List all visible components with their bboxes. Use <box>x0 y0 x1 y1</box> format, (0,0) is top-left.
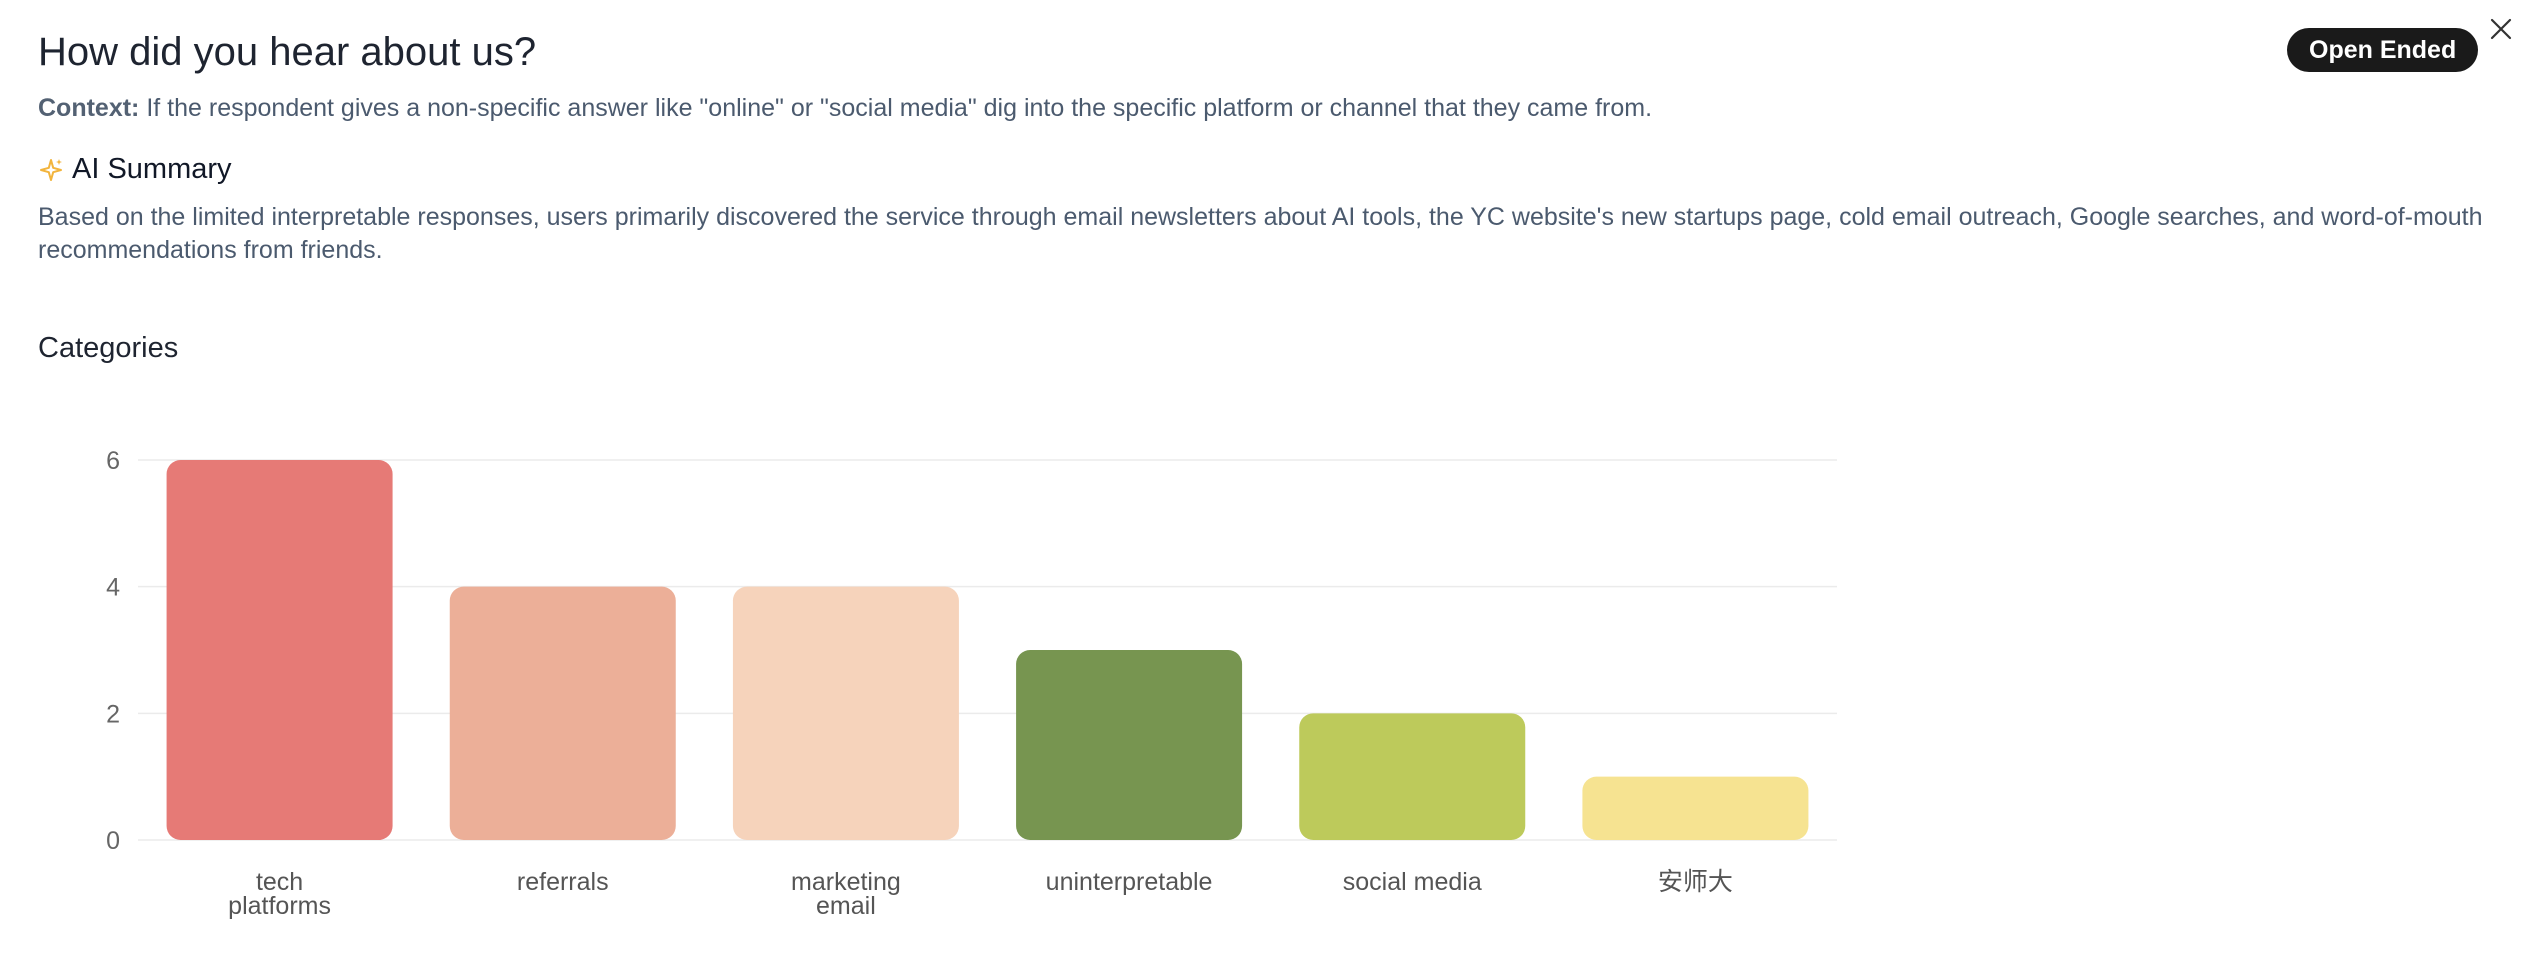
context-line: Context: If the respondent gives a non-s… <box>38 94 1652 123</box>
context-text: If the respondent gives a non-specific a… <box>139 94 1653 122</box>
open-ended-badge[interactable]: Open Ended <box>2287 28 2479 72</box>
x-tick-label: referrals <box>517 868 609 896</box>
context-label: Context: <box>38 94 140 122</box>
x-tick-label: uninterpretable <box>1046 868 1213 896</box>
bar[interactable] <box>1299 713 1526 840</box>
x-tick-label: tech platforms <box>228 868 331 920</box>
categories-title: Categories <box>38 332 179 364</box>
y-tick-label: 2 <box>106 700 120 728</box>
page-title: How did you hear about us? <box>38 30 537 74</box>
y-tick-label: 4 <box>106 574 120 602</box>
ai-summary-title: AI Summary <box>72 153 232 185</box>
bar[interactable] <box>1016 650 1243 840</box>
close-icon <box>2490 18 2512 40</box>
close-button[interactable] <box>2486 14 2516 44</box>
ai-summary-text: Based on the limited interpretable respo… <box>38 203 2483 264</box>
y-tick-label: 0 <box>106 827 120 855</box>
y-tick-label: 6 <box>106 447 120 475</box>
sparkle-icon <box>38 157 64 183</box>
ai-summary-header: AI Summary <box>38 153 232 186</box>
bar[interactable] <box>449 586 676 840</box>
categories-bar-chart: 0 2 4 6 tech platforms referrals marketing email… <box>106 447 1837 920</box>
categories-chart: 0 2 4 6 tech platforms referrals marketing email… <box>0 420 1880 940</box>
bar[interactable] <box>1582 776 1809 840</box>
bar[interactable] <box>166 460 393 840</box>
x-tick-label: marketing email <box>791 868 901 920</box>
x-tick-label: 安师大 <box>1658 868 1733 896</box>
bar[interactable] <box>732 586 959 840</box>
x-tick-label: social media <box>1343 868 1482 896</box>
